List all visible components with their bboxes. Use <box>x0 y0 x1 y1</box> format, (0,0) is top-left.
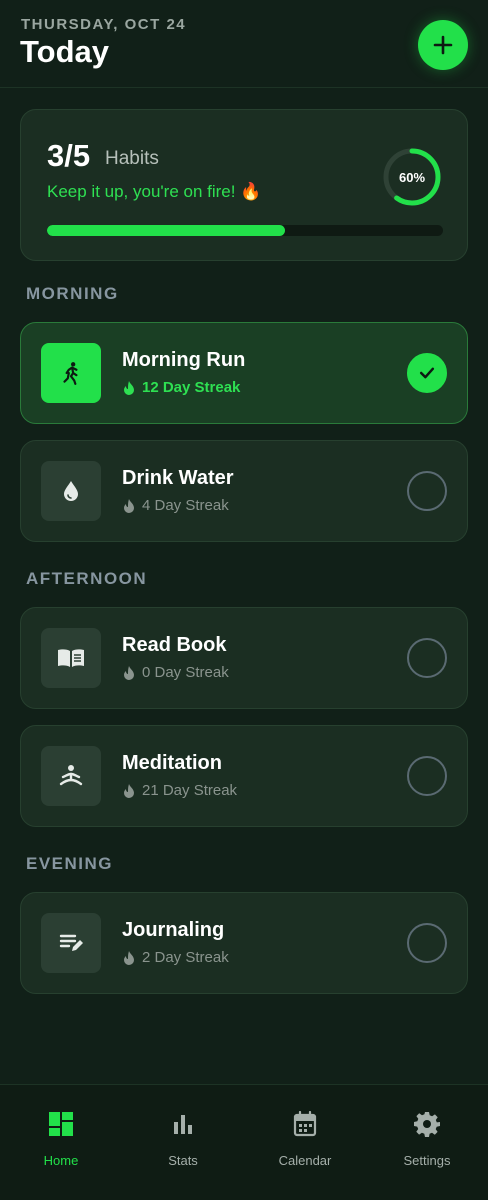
flame-icon <box>124 783 134 798</box>
flame-icon <box>124 950 134 965</box>
habit-checkbox[interactable] <box>407 756 447 796</box>
nav-label: Calendar <box>278 1153 332 1168</box>
water-drop-icon <box>64 481 78 501</box>
habit-card-morning-run[interactable]: Morning Run 12 Day Streak <box>20 322 468 424</box>
habit-checkbox[interactable] <box>407 638 447 678</box>
habit-streak-text: 0 Day Streak <box>142 664 229 681</box>
section-afternoon: AFTERNOON <box>26 569 148 588</box>
dashboard-icon <box>49 1112 73 1136</box>
habit-card-read-book[interactable]: Read Book 0 Day Streak <box>20 607 468 709</box>
motivation-text: Keep it up, you're on fire! 🔥 <box>47 182 262 201</box>
running-icon <box>63 362 78 385</box>
date-label: THURSDAY, OCT 24 <box>21 16 187 33</box>
plus-icon <box>433 35 453 55</box>
habit-name: Read Book <box>122 634 227 656</box>
habit-checkbox-checked[interactable] <box>407 353 447 393</box>
nav-stats[interactable]: Stats <box>133 1109 233 1169</box>
bar-chart-icon <box>174 1115 192 1134</box>
habit-name: Morning Run <box>122 349 246 371</box>
habit-streak: 4 Day Streak <box>122 497 229 514</box>
flame-icon <box>124 380 134 395</box>
habit-streak-text: 4 Day Streak <box>142 497 229 514</box>
progress-percent: 60% <box>398 169 426 185</box>
habit-name: Journaling <box>122 919 225 941</box>
habit-name: Drink Water <box>122 467 234 489</box>
habit-count: 3/5 <box>47 138 91 173</box>
gear-icon <box>414 1112 440 1137</box>
nav-label: Home <box>43 1153 79 1168</box>
habit-streak: 21 Day Streak <box>122 782 237 799</box>
nav-home[interactable]: Home <box>11 1109 111 1169</box>
page-title: Today <box>20 34 109 69</box>
nav-label: Settings <box>403 1153 451 1168</box>
progress-summary-card: 3/5 Habits Keep it up, you're on fire! 🔥… <box>20 109 468 261</box>
nav-label: Stats <box>168 1153 198 1168</box>
progress-bar-fill <box>47 225 285 236</box>
habit-icon-box <box>41 343 101 403</box>
checkmark-icon <box>419 367 435 379</box>
habit-streak-text: 2 Day Streak <box>142 949 229 966</box>
habit-streak: 2 Day Streak <box>122 949 229 966</box>
section-evening: EVENING <box>26 854 114 873</box>
flame-icon <box>124 498 134 513</box>
habit-streak: 12 Day Streak <box>122 379 240 396</box>
habit-name: Meditation <box>122 752 222 774</box>
habit-icon-box <box>41 913 101 973</box>
habit-checkbox[interactable] <box>407 471 447 511</box>
habit-count-label: Habits <box>105 148 159 169</box>
habit-card-drink-water[interactable]: Drink Water 4 Day Streak <box>20 440 468 542</box>
section-morning: MORNING <box>26 284 119 303</box>
habit-card-journaling[interactable]: Journaling 2 Day Streak <box>20 892 468 994</box>
nav-settings[interactable]: Settings <box>377 1109 477 1169</box>
habit-icon-box <box>41 628 101 688</box>
meditation-icon <box>59 765 83 786</box>
header: THURSDAY, OCT 24 Today <box>0 0 488 88</box>
habit-streak: 0 Day Streak <box>122 664 229 681</box>
flame-icon <box>124 665 134 680</box>
nav-calendar[interactable]: Calendar <box>255 1109 355 1169</box>
journal-icon <box>59 934 83 951</box>
book-icon <box>58 649 84 667</box>
habit-icon-box <box>41 746 101 806</box>
habit-streak-text: 21 Day Streak <box>142 782 238 799</box>
habit-icon-box <box>41 461 101 521</box>
progress-bar <box>47 225 443 236</box>
habit-checkbox[interactable] <box>407 923 447 963</box>
habit-card-meditation[interactable]: Meditation 21 Day Streak <box>20 725 468 827</box>
habit-streak-text: 12 Day Streak <box>142 379 241 396</box>
calendar-icon <box>293 1111 317 1137</box>
add-habit-button[interactable] <box>418 20 468 70</box>
bottom-nav: Home Stats Calendar Settings <box>0 1084 488 1200</box>
